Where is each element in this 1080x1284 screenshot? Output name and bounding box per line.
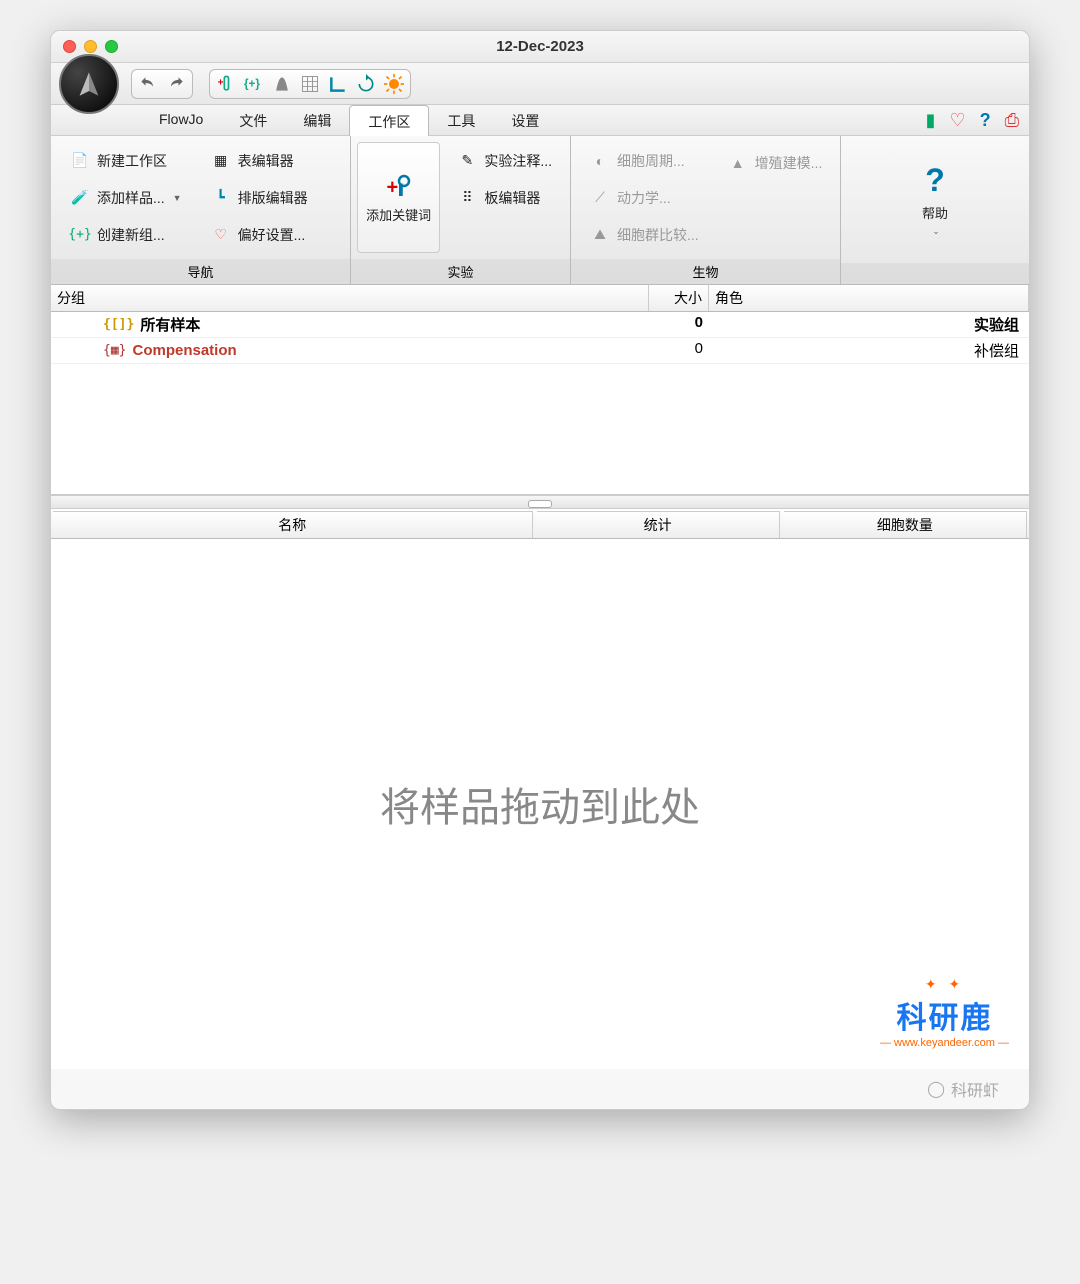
samples-table-header: 名称 统计 细胞数量	[51, 509, 1029, 539]
cell-cycle-button[interactable]: ◐细胞周期...	[581, 145, 707, 177]
add-keyword-button[interactable]: + 添加关键词	[357, 142, 440, 253]
menu-flowjo[interactable]: FlowJo	[141, 105, 221, 135]
window-title: 12-Dec-2023	[51, 38, 1029, 55]
heart-icon[interactable]: ♡	[949, 110, 965, 131]
bookmark-icon[interactable]: ▮	[926, 110, 936, 131]
experiment-annotation-button[interactable]: ✎实验注释...	[448, 145, 560, 177]
col-group[interactable]: 分组	[51, 285, 649, 311]
watermark: ✦ ✦ 科研鹿 — www.keyandeer.com —	[880, 976, 1009, 1049]
menu-settings[interactable]: 设置	[493, 105, 557, 135]
menu-file[interactable]: 文件	[221, 105, 285, 135]
new-workspace-button[interactable]: 📄新建工作区	[61, 145, 190, 177]
ribbon: 📄新建工作区 🧪添加样品...▼ {+}创建新组... ▦表编辑器 ┗排版编辑器…	[51, 135, 1029, 285]
add-samples-button[interactable]: 🧪添加样品...▼	[61, 182, 190, 214]
main-window: 12-Dec-2023 + {+} FlowJo 文件 编辑 工作区 工具 设置…	[50, 30, 1030, 1110]
ribbon-group-bio-label: 生物	[571, 259, 840, 284]
svg-text:+: +	[386, 177, 398, 199]
gate-icon[interactable]	[272, 74, 292, 94]
kinetics-button[interactable]: ⟋动力学...	[581, 182, 707, 214]
split-handle[interactable]	[51, 495, 1029, 509]
table-row[interactable]: {[]}所有样本 0 实验组	[51, 312, 1029, 338]
menu-edit[interactable]: 编辑	[285, 105, 349, 135]
table-row[interactable]: {▦}Compensation 0 补偿组	[51, 338, 1029, 364]
help-button[interactable]: ? 帮助 ⌄	[900, 142, 970, 257]
app-icon[interactable]	[59, 54, 119, 114]
preferences-button[interactable]: ♡偏好设置...	[202, 219, 316, 251]
col-role[interactable]: 角色	[709, 285, 1029, 311]
table-editor-button[interactable]: ▦表编辑器	[202, 145, 316, 177]
add-page-icon[interactable]: ⎙	[1005, 110, 1019, 131]
svg-text:+: +	[218, 77, 224, 88]
layout-editor-button[interactable]: ┗排版编辑器	[202, 182, 316, 214]
dropzone-placeholder: 将样品拖动到此处	[380, 775, 700, 833]
population-compare-button[interactable]: ⛰细胞群比较...	[581, 219, 707, 251]
add-group-icon[interactable]: {+}	[244, 74, 264, 94]
table-icon[interactable]	[300, 74, 320, 94]
burst-icon[interactable]	[384, 74, 404, 94]
svg-text:{+}: {+}	[244, 77, 260, 90]
col-stats[interactable]: 统计	[537, 511, 780, 538]
help-icon[interactable]: ?	[980, 110, 991, 131]
footer-watermark: ◯ 科研虾	[51, 1069, 1029, 1109]
wechat-icon: ◯	[927, 1079, 945, 1099]
col-cellcount[interactable]: 细胞数量	[784, 511, 1027, 538]
sample-drop-zone[interactable]: 将样品拖动到此处 ✦ ✦ 科研鹿 — www.keyandeer.com —	[51, 539, 1029, 1069]
titlebar: 12-Dec-2023	[51, 31, 1029, 63]
proliferation-button[interactable]: ▲增殖建模...	[719, 147, 831, 179]
groups-table: 分组 大小 角色 {[]}所有样本 0 实验组 {▦}Compensation …	[51, 285, 1029, 495]
menu-workspace[interactable]: 工作区	[349, 105, 429, 136]
undo-button[interactable]	[138, 74, 158, 94]
ribbon-group-exp-label: 实验	[351, 259, 570, 284]
col-size[interactable]: 大小	[649, 285, 709, 311]
redo-button[interactable]	[166, 74, 186, 94]
ribbon-group-nav-label: 导航	[51, 259, 350, 284]
reload-icon[interactable]	[356, 74, 376, 94]
menubar: FlowJo 文件 编辑 工作区 工具 设置 ▮ ♡ ? ⎙	[51, 105, 1029, 135]
quick-toolbar: + {+}	[51, 63, 1029, 105]
add-tube-icon[interactable]: +	[216, 74, 236, 94]
plate-editor-button[interactable]: ⠿板编辑器	[448, 182, 560, 214]
layout-icon[interactable]	[328, 74, 348, 94]
menu-tools[interactable]: 工具	[429, 105, 493, 135]
create-group-button[interactable]: {+}创建新组...	[61, 219, 190, 251]
col-name[interactable]: 名称	[53, 511, 533, 538]
